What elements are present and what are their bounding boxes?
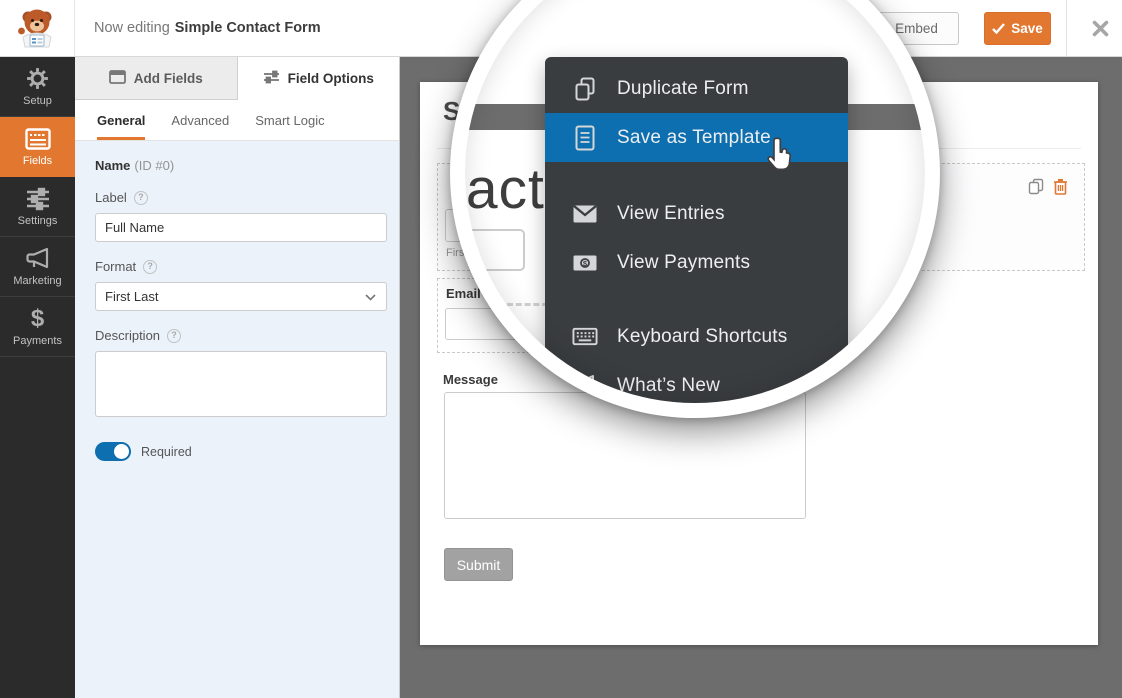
add-fields-icon <box>109 70 126 87</box>
format-option-label: Format? <box>95 259 379 274</box>
subtab-advanced[interactable]: Advanced <box>171 100 229 140</box>
label-input[interactable] <box>95 213 387 242</box>
fields-icon <box>25 127 51 151</box>
field-options-icon <box>263 70 280 87</box>
builder-sidebar: Setup Fields Settings Marketing $ Payment… <box>0 57 75 698</box>
sidebar-item-label: Setup <box>23 95 52 107</box>
sidebar-item-label: Settings <box>18 215 58 227</box>
wpforms-logo <box>0 0 75 56</box>
help-icon[interactable]: ? <box>143 260 157 274</box>
sidebar-item-payments[interactable]: $ Payments <box>0 297 75 357</box>
wpforms-bear-logo <box>15 7 59 49</box>
required-row: Required <box>95 442 379 461</box>
settings-icon <box>25 187 51 211</box>
chevron-down-icon <box>365 294 376 301</box>
marketing-icon <box>25 247 51 271</box>
description-textarea[interactable] <box>95 351 387 417</box>
toolbar-divider <box>1066 0 1067 56</box>
now-editing-text: Now editing Simple Contact Form <box>94 0 321 56</box>
setup-icon <box>25 67 50 91</box>
duplicate-icon <box>572 76 598 102</box>
svg-text:$: $ <box>583 259 588 268</box>
sidebar-item-label: Fields <box>23 155 52 167</box>
menu-item-duplicate-form[interactable]: Duplicate Form <box>545 64 848 113</box>
builder-dropdown-menu: Duplicate Form Save as Template View Ent… <box>545 57 848 403</box>
hand-pointer-icon <box>764 136 798 179</box>
subtab-smart-logic[interactable]: Smart Logic <box>255 100 324 140</box>
subtab-general[interactable]: General <box>97 100 145 140</box>
save-button[interactable]: Save <box>984 12 1051 45</box>
view-payments-icon: $ <box>572 254 598 272</box>
required-label: Required <box>141 445 192 459</box>
menu-group-spacer <box>545 162 848 189</box>
format-select[interactable]: First Last <box>95 282 387 311</box>
sidebar-item-setup[interactable]: Setup <box>0 57 75 117</box>
template-icon <box>572 125 598 151</box>
sidebar-item-settings[interactable]: Settings <box>0 177 75 237</box>
copy-field-icon[interactable] <box>1028 178 1044 195</box>
keyboard-icon <box>572 327 598 346</box>
field-id: (ID #0) <box>134 158 174 173</box>
magnifier-lens: tact Duplicate Form Save as Template Vie… <box>450 0 940 418</box>
field-actions <box>1028 178 1068 195</box>
tab-field-options[interactable]: Field Options <box>238 57 400 100</box>
sidebar-item-marketing[interactable]: Marketing <box>0 237 75 297</box>
menu-item-view-entries[interactable]: View Entries <box>545 189 848 238</box>
panel-tabs: Add Fields Field Options <box>75 57 399 100</box>
submit-button[interactable]: Submit <box>444 548 513 581</box>
payments-icon: $ <box>31 307 44 331</box>
sidebar-item-label: Marketing <box>13 275 61 287</box>
help-icon[interactable]: ? <box>134 191 148 205</box>
check-icon <box>992 23 1005 34</box>
whats-new-icon <box>572 374 598 398</box>
sidebar-item-label: Payments <box>13 335 62 347</box>
magnified-heading-text: tact <box>450 156 545 222</box>
menu-item-view-payments[interactable]: $ View Payments <box>545 238 848 287</box>
tab-add-fields[interactable]: Add Fields <box>75 57 238 100</box>
menu-item-what-s-new[interactable]: What’s New <box>545 361 848 410</box>
now-editing-label: Now editing <box>94 20 170 36</box>
menu-item-keyboard-shortcuts[interactable]: Keyboard Shortcuts <box>545 312 848 361</box>
label-option-label: Label? <box>95 190 379 205</box>
field-options-panel: Add Fields Field Options General Advanced… <box>75 57 400 698</box>
menu-group-spacer <box>545 287 848 312</box>
delete-field-icon[interactable] <box>1053 178 1068 195</box>
field-title: Name(ID #0) <box>95 158 379 173</box>
menu-item-save-as-template[interactable]: Save as Template <box>545 113 848 162</box>
option-content: Name(ID #0) Label? Format? First Last De… <box>75 141 399 461</box>
required-toggle[interactable] <box>95 442 131 461</box>
sidebar-item-fields[interactable]: Fields <box>0 117 75 177</box>
magnified-dashed-border <box>450 303 557 306</box>
form-name: Simple Contact Form <box>175 20 321 36</box>
description-option-label: Description? <box>95 328 379 343</box>
wpforms-builder: Now editing Simple Contact Form ? Embed … <box>0 0 1122 698</box>
help-icon[interactable]: ? <box>167 329 181 343</box>
entries-icon <box>572 204 598 224</box>
close-icon[interactable] <box>1078 0 1122 56</box>
option-subtabs: General Advanced Smart Logic <box>75 100 399 141</box>
